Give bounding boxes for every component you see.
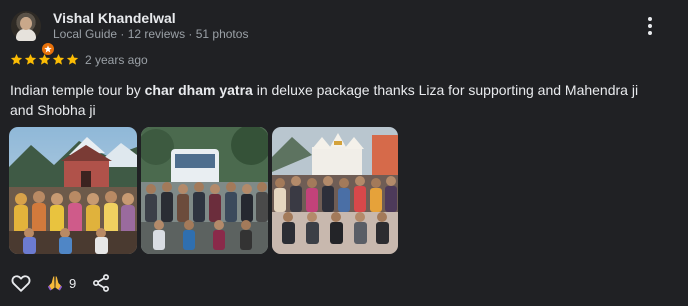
star-icon xyxy=(38,53,51,65)
heart-outline-icon xyxy=(11,275,31,292)
more-vertical-icon-dot xyxy=(648,24,652,28)
star-icon xyxy=(24,53,37,65)
share-icon xyxy=(93,274,109,292)
thanks-count: 9 xyxy=(69,275,77,291)
star-icon xyxy=(52,53,65,65)
review-photo-temple-crowd[interactable] xyxy=(272,127,398,254)
more-vertical-icon-dot xyxy=(648,31,652,35)
review-photo-temple-group[interactable] xyxy=(9,127,137,254)
review-date: 2 years ago xyxy=(85,53,148,67)
review-text-highlight: char dham yatra xyxy=(144,82,253,98)
share-button[interactable] xyxy=(91,273,111,293)
star-rating xyxy=(10,53,79,66)
review-photo-bus-group[interactable] xyxy=(141,127,268,254)
avatar-face-shape xyxy=(20,17,32,30)
reviewer-name[interactable]: Vishal Khandelwal xyxy=(53,10,176,26)
star-icon xyxy=(10,53,23,65)
reviewer-meta[interactable]: Local Guide · 12 reviews · 51 photos xyxy=(53,27,248,41)
avatar-body-shape xyxy=(16,29,36,41)
review-text-part: Indian temple tour by xyxy=(10,82,145,98)
folded-hands-icon xyxy=(47,276,63,291)
thanks-button[interactable]: 9 xyxy=(46,273,76,293)
like-button[interactable] xyxy=(10,272,32,294)
review-text: Indian temple tour by char dham yatra in… xyxy=(10,80,660,120)
reviewer-avatar[interactable] xyxy=(11,11,55,56)
more-options-button[interactable] xyxy=(640,13,660,39)
star-icon xyxy=(66,53,79,65)
more-vertical-icon-dot xyxy=(648,17,652,21)
